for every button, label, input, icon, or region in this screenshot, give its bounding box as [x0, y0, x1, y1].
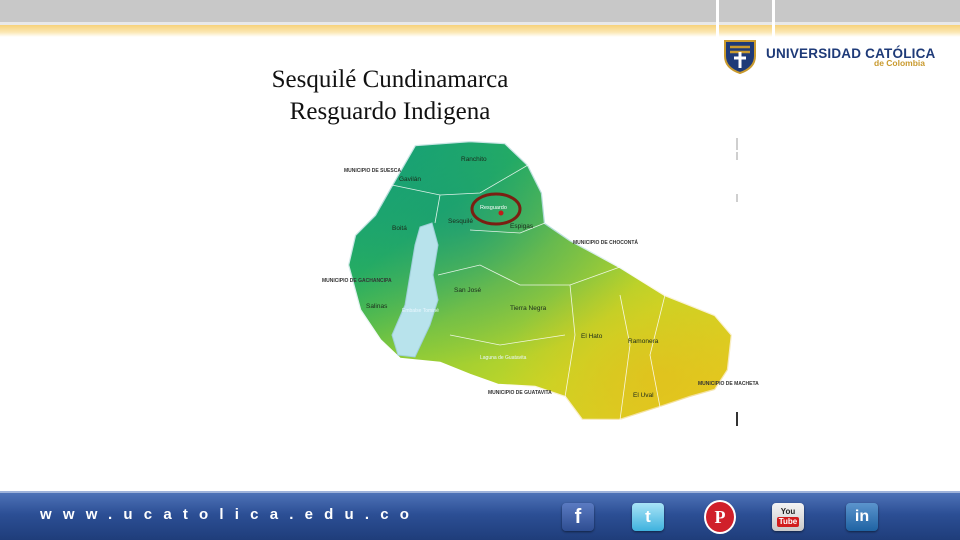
- top-divider-right: [772, 0, 775, 37]
- side-ticks: [736, 138, 740, 428]
- neighbor-label: MUNICIPIO DE GUATAVITA: [488, 390, 552, 396]
- map-svg: Ranchito Gavilán Boitá Sesquilé San José…: [322, 139, 759, 422]
- vereda-label: Gavilán: [399, 176, 421, 183]
- vereda-label: San José: [454, 287, 481, 294]
- shield-icon: [724, 40, 756, 74]
- top-banner: [0, 0, 960, 22]
- youtube-icon[interactable]: You Tube: [772, 503, 804, 531]
- vereda-label: Espigas: [510, 223, 534, 230]
- municipality-map: Ranchito Gavilán Boitá Sesquilé San José…: [320, 135, 760, 430]
- facebook-icon[interactable]: f: [562, 503, 594, 531]
- top-divider-left: [716, 0, 719, 37]
- vereda-label: Tierra Negra: [510, 305, 547, 312]
- logo-university-subtitle: de Colombia: [874, 58, 926, 68]
- slide-title: Sesquilé Cundinamarca Resguardo Indigena: [230, 64, 550, 128]
- neighbor-label: MUNICIPIO DE CHOCONTÁ: [573, 239, 638, 246]
- neighbor-label: MUNICIPIO DE SUESCA: [344, 168, 401, 174]
- vereda-label: El Hato: [581, 333, 603, 340]
- pinterest-icon[interactable]: P: [704, 500, 736, 534]
- vereda-label: El Uval: [633, 392, 654, 399]
- vereda-label: Ramonera: [628, 338, 659, 345]
- vereda-label: Sesquilé: [448, 218, 473, 225]
- twitter-icon[interactable]: t: [632, 503, 664, 531]
- neighbor-label: MUNICIPIO DE MACHETA: [698, 381, 759, 387]
- vereda-label: Boitá: [392, 225, 407, 232]
- water-label: Embalse Tominé: [402, 308, 439, 314]
- website-url[interactable]: www.ucatolica.edu.co: [40, 506, 420, 523]
- top-gold-band: [0, 25, 960, 37]
- vereda-label: Ranchito: [461, 156, 487, 163]
- neighbor-label: MUNICIPIO DE GACHANCIPA: [322, 278, 392, 284]
- university-logo[interactable]: UNIVERSIDAD CATÓLICA de Colombia: [718, 38, 948, 78]
- vereda-label: Salinas: [366, 303, 388, 310]
- title-line-1: Sesquilé Cundinamarca: [271, 66, 509, 93]
- linkedin-icon[interactable]: in: [846, 503, 878, 531]
- title-line-2: Resguardo Indigena: [289, 98, 491, 125]
- vereda-label: Resguardo: [480, 205, 507, 211]
- water-label: Laguna de Guatavita: [480, 355, 527, 361]
